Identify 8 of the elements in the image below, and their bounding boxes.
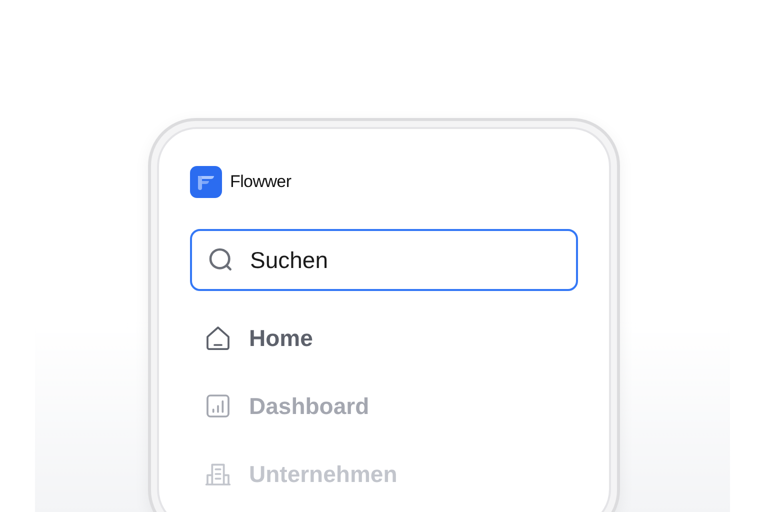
nav-item[interactable]: Unternehmen bbox=[190, 459, 578, 489]
logo-icon bbox=[190, 166, 222, 198]
search-field[interactable]: Suchen bbox=[190, 229, 578, 291]
brand-name: Flowwer bbox=[230, 172, 292, 192]
nav-item[interactable]: Home bbox=[190, 323, 578, 353]
nav-item[interactable]: Dashboard bbox=[190, 391, 578, 421]
chart-icon bbox=[204, 392, 232, 420]
home-icon bbox=[204, 324, 232, 352]
